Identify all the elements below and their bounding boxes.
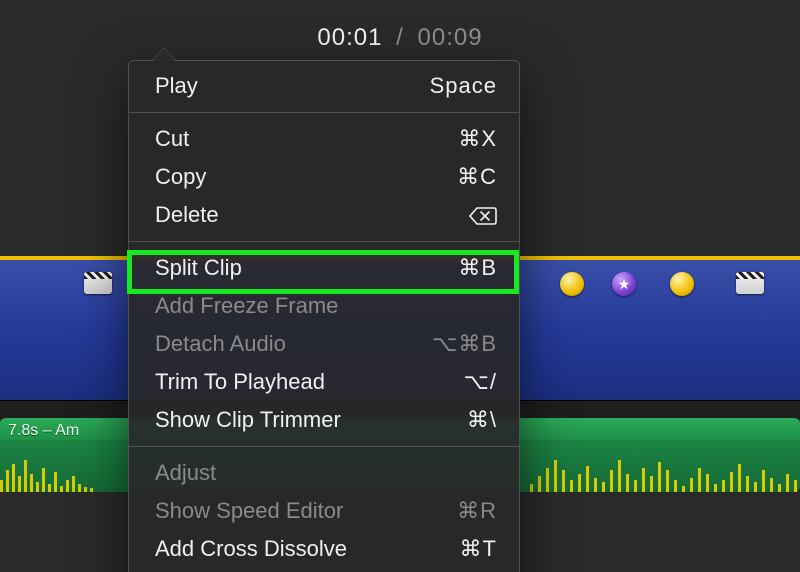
menu-separator bbox=[129, 112, 519, 113]
timecode-total: 00:09 bbox=[418, 24, 483, 51]
menu-item-label: Delete bbox=[155, 200, 219, 230]
imovie-window: 00:01 / 00:09 ★ 7.8s – Am bbox=[0, 0, 800, 572]
menu-item-label: Detach Audio bbox=[155, 329, 286, 359]
timecode-readout: 00:01 / 00:09 bbox=[0, 24, 800, 52]
menu-item-label: Cut bbox=[155, 124, 189, 154]
menu-item-add-freeze-frame[interactable]: Add Freeze Frame bbox=[129, 287, 519, 325]
menu-separator bbox=[129, 241, 519, 242]
menu-item-shortcut: ⌘T bbox=[460, 534, 497, 564]
menu-item-label: Add Freeze Frame bbox=[155, 291, 338, 321]
menu-item-label: Adjust bbox=[155, 458, 216, 488]
clip-thumb-clapper-icon bbox=[84, 272, 112, 294]
menu-item-copy[interactable]: Copy ⌘C bbox=[129, 158, 519, 196]
menu-separator bbox=[129, 446, 519, 447]
clip-thumb-clapper-2-icon bbox=[736, 272, 764, 294]
menu-item-detach-audio[interactable]: Detach Audio ⌥⌘B bbox=[129, 325, 519, 363]
menu-item-split-clip[interactable]: Split Clip ⌘B bbox=[129, 249, 519, 287]
timecode-separator: / bbox=[396, 24, 404, 51]
clip-thumb-moon-icon bbox=[560, 272, 584, 296]
context-menu-pointer bbox=[152, 48, 176, 62]
delete-backspace-icon bbox=[469, 206, 497, 224]
menu-item-add-cross-dissolve[interactable]: Add Cross Dissolve ⌘T bbox=[129, 530, 519, 568]
menu-item-shortcut: ⌥/ bbox=[464, 367, 497, 397]
menu-item-shortcut: ⌥⌘B bbox=[432, 329, 497, 359]
menu-item-cut[interactable]: Cut ⌘X bbox=[129, 120, 519, 158]
menu-item-show-speed-editor[interactable]: Show Speed Editor ⌘R bbox=[129, 492, 519, 530]
menu-item-label: Show Clip Trimmer bbox=[155, 405, 341, 435]
context-menu: Play Space Cut ⌘X Copy ⌘C Delete Split C… bbox=[128, 60, 520, 572]
menu-item-shortcut: ⌘C bbox=[457, 162, 497, 192]
menu-item-shortcut: ⌘R bbox=[457, 496, 497, 526]
menu-item-shortcut: Space bbox=[430, 71, 497, 101]
menu-item-adjust[interactable]: Adjust bbox=[129, 454, 519, 492]
menu-item-show-clip-trimmer[interactable]: Show Clip Trimmer ⌘\ bbox=[129, 401, 519, 439]
audio-clip-label: 7.8s – Am bbox=[8, 420, 79, 442]
clip-thumb-star-icon: ★ bbox=[612, 272, 636, 296]
menu-item-shortcut: ⌘X bbox=[458, 124, 497, 154]
menu-item-shortcut: ⌘\ bbox=[467, 405, 497, 435]
menu-item-label: Add Cross Dissolve bbox=[155, 534, 347, 564]
menu-item-label: Split Clip bbox=[155, 253, 242, 283]
menu-item-delete[interactable]: Delete bbox=[129, 196, 519, 234]
menu-item-label: Copy bbox=[155, 162, 206, 192]
menu-item-label: Show Speed Editor bbox=[155, 496, 343, 526]
clip-thumb-dot-icon bbox=[670, 272, 694, 296]
menu-item-label: Trim To Playhead bbox=[155, 367, 325, 397]
menu-item-shortcut: ⌘B bbox=[458, 253, 497, 283]
menu-item-label: Play bbox=[155, 71, 198, 101]
menu-item-trim-to-playhead[interactable]: Trim To Playhead ⌥/ bbox=[129, 363, 519, 401]
menu-item-play[interactable]: Play Space bbox=[129, 67, 519, 105]
timecode-current: 00:01 bbox=[317, 24, 382, 51]
